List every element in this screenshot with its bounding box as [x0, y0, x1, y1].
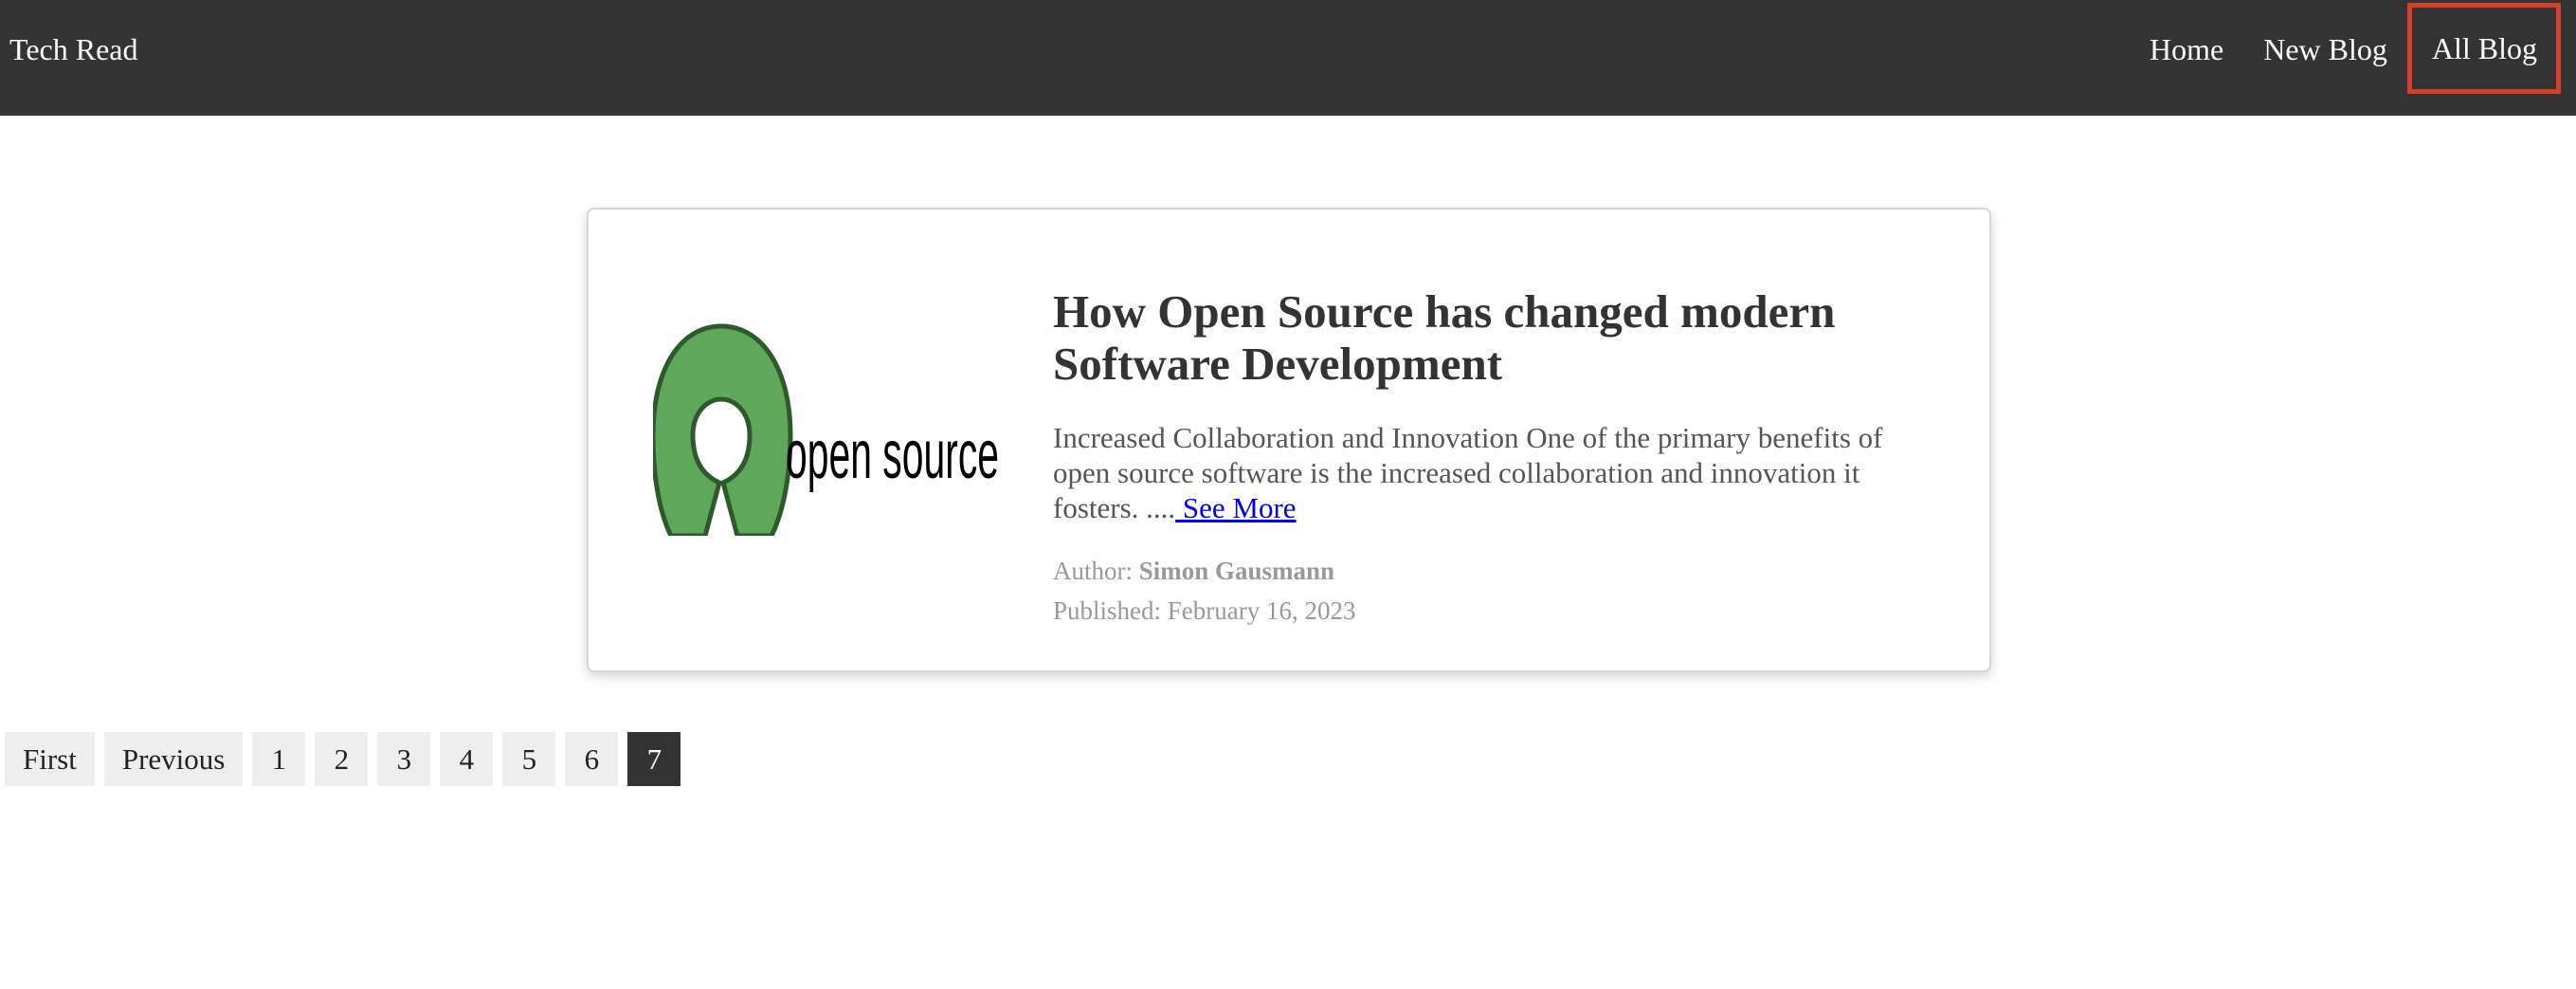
post-excerpt: Increased Collaboration and Innovation O…	[1053, 420, 1934, 525]
post-author: Author: Simon Gausmann	[1053, 557, 1334, 586]
previous-page-button[interactable]: Previous	[103, 732, 244, 786]
site-brand[interactable]: Tech Read	[9, 0, 137, 99]
author-label: Author:	[1053, 557, 1139, 585]
logo-lettering: open source	[786, 417, 999, 493]
page-1-button[interactable]: 1	[252, 732, 306, 786]
nav-home-link[interactable]: Home	[2130, 0, 2243, 99]
see-more-link[interactable]: See More	[1175, 491, 1297, 524]
blog-post-card: open source How Open Source has changed …	[587, 208, 1991, 672]
first-page-button[interactable]: First	[5, 732, 95, 786]
open-source-logo-image: open source	[653, 323, 999, 536]
author-name: Simon Gausmann	[1138, 557, 1335, 585]
page-6-button[interactable]: 6	[565, 732, 619, 786]
nav-new-blog-link[interactable]: New Blog	[2243, 0, 2407, 99]
nav-all-blog-link[interactable]: All Blog	[2406, 3, 2561, 94]
top-navbar: Tech Read Home New Blog All Blog	[0, 0, 2576, 116]
page-7-button[interactable]: 7	[627, 732, 681, 786]
pagination: First Previous 1 2 3 4 5 6 7	[5, 732, 681, 786]
page-4-button[interactable]: 4	[440, 732, 494, 786]
post-published-date: Published: February 16, 2023	[1053, 596, 1356, 625]
page-5-button[interactable]: 5	[502, 732, 556, 786]
nav-links: Home New Blog All Blog	[2130, 0, 2576, 99]
page-3-button[interactable]: 3	[377, 732, 431, 786]
page-2-button[interactable]: 2	[315, 732, 369, 786]
post-title[interactable]: How Open Source has changed modern Softw…	[1053, 285, 1925, 390]
